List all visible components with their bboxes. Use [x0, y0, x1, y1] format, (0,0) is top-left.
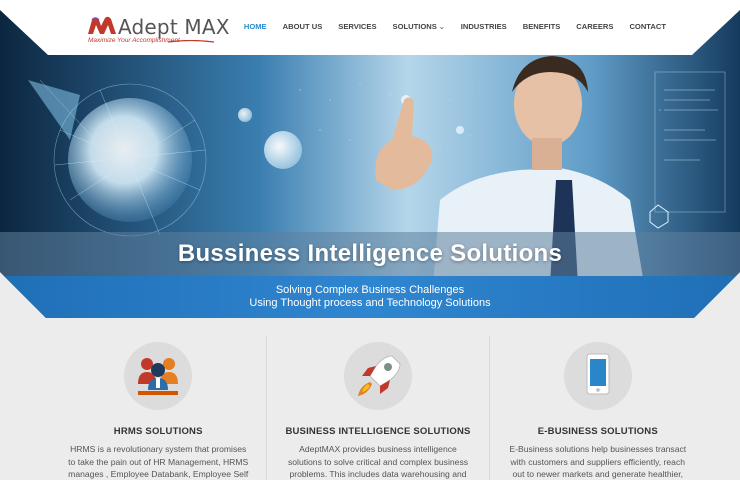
nav-benefits[interactable]: BENEFITS [515, 22, 569, 31]
logo-mark-icon [88, 16, 116, 34]
nav-services[interactable]: SERVICES [330, 22, 384, 31]
people-icon [138, 358, 179, 395]
feature-title: E-BUSINESS SOLUTIONS [537, 426, 658, 437]
nav-home[interactable]: HOME [236, 22, 275, 31]
nav-solutions-label: SOLUTIONS [392, 22, 437, 31]
feature-e-business: E-BUSINESS SOLUTIONS E-Business solution… [488, 336, 706, 480]
nav-careers[interactable]: CAREERS [568, 22, 621, 31]
rocket-icon [358, 355, 401, 396]
feature-business-intelligence: BUSINESS INTELLIGENCE SOLUTIONS AdeptMAX… [266, 336, 488, 480]
features-section: HRMS SOLUTIONS HRMS is a revolutionary s… [50, 336, 706, 480]
feature-description: E-Business solutions help businesses tra… [509, 444, 687, 480]
nav-about-us[interactable]: ABOUT US [275, 22, 331, 31]
brand-name: Adept MAX [118, 15, 230, 39]
feature-title: HRMS SOLUTIONS [113, 426, 203, 437]
banner-subtitle-line-2: Using Thought process and Technology Sol… [249, 297, 491, 309]
feature-icon-circle [344, 342, 412, 410]
nav-solutions[interactable]: SOLUTIONS ⌄ [385, 22, 453, 31]
brand-logo[interactable]: Adept MAX Maximize Your Accomplishment [86, 14, 229, 46]
logo-swoosh [168, 40, 214, 43]
feature-description: AdeptMAX provides business intelligence … [287, 444, 469, 480]
banner-subtitle: Solving Complex Business Challenges Usin… [0, 284, 740, 310]
main-nav: HOME ABOUT US SERVICES SOLUTIONS ⌄ INDUST… [236, 22, 674, 31]
banner-title: Bussiness Intelligence Solutions [177, 240, 563, 267]
feature-title: BUSINESS INTELLIGENCE SOLUTIONS [285, 426, 471, 437]
smartphone-icon [586, 353, 610, 395]
feature-icon-circle [563, 342, 632, 410]
feature-icon-circle [124, 342, 193, 410]
chevron-down-icon: ⌄ [438, 24, 445, 31]
banner-subtitle-line-1: Solving Complex Business Challenges [275, 284, 465, 296]
nav-contact[interactable]: CONTACT [621, 22, 674, 31]
feature-description: HRMS is a revolutionary system that prom… [68, 444, 249, 480]
brand-tagline: Maximize Your Accomplishment [88, 37, 180, 44]
feature-hrms: HRMS SOLUTIONS HRMS is a revolutionary s… [50, 336, 266, 480]
nav-industries[interactable]: INDUSTRIES [453, 22, 515, 31]
